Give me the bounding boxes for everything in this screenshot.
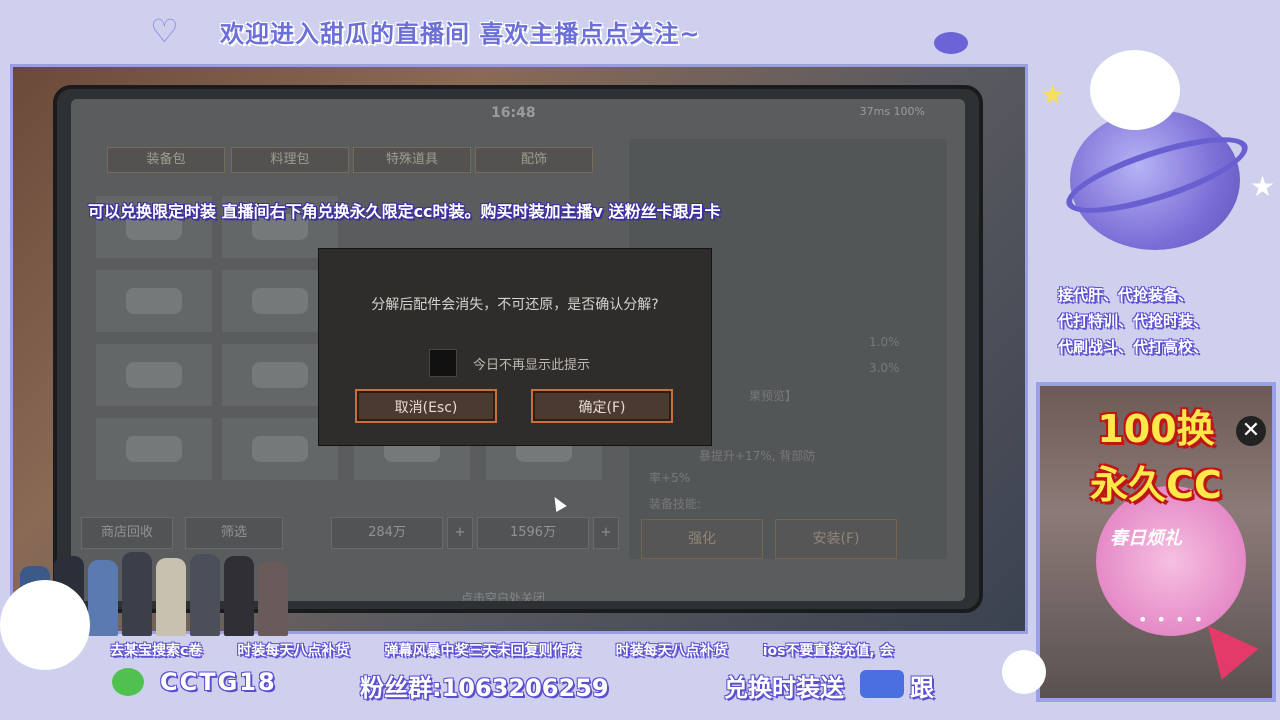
stream-notice: 可以兑换限定时装 直播间右下角兑换永久限定cc时装。购买时装加主播v 送粉丝卡跟… — [88, 202, 721, 221]
fan-group-number: 粉丝群:1063206259 — [360, 674, 609, 702]
ticker-item: 去某宝搜索c卷 — [110, 643, 203, 659]
service-line: 接代肝、代抢装备、 — [1058, 286, 1194, 304]
confirm-button[interactable]: 确定(F) — [531, 389, 673, 423]
add-currency-icon[interactable]: + — [447, 517, 473, 549]
network-status: 37ms 100% — [859, 105, 925, 118]
scrolling-ticker: 去某宝搜索c卷 时装每天八点补货 弹幕风暴中奖三天未回复则作废 时装每天八点补货… — [110, 640, 980, 660]
promo-panel[interactable]: 春日烦礼 100换 永久CC ✕ • • • • — [1036, 382, 1276, 702]
dont-show-checkbox[interactable] — [429, 349, 457, 377]
top-banner: 欢迎进入甜瓜的直播间 喜欢主播点点关注~ — [120, 8, 900, 48]
currency-coupon: 1596万 — [477, 517, 589, 549]
inventory-slot[interactable] — [95, 417, 213, 481]
stat-line: 暴提升+17%, 背部防 — [699, 449, 816, 463]
wechat-id: CCTG18 — [160, 668, 277, 696]
cancel-button[interactable]: 取消(Esc) — [355, 389, 497, 423]
loading-dots: • • • • — [1138, 610, 1206, 629]
small-planet-icon — [934, 32, 968, 54]
close-hint[interactable]: 点击空白处关闭 — [461, 589, 545, 601]
ticker-item: 时装每天八点补货 — [615, 643, 728, 659]
bunny-mascot-icon — [1090, 50, 1180, 130]
services-list: 接代肝、代抢装备、 代打特训、代抢时装、 代刷战斗、代打高校、 — [1058, 282, 1278, 360]
close-icon[interactable]: ✕ — [1236, 416, 1266, 446]
service-line: 代刷战斗、代打高校、 — [1058, 338, 1209, 356]
dialog-message: 分解后配件会消失，不可还原，是否确认分解? — [371, 297, 659, 313]
footer-bar: CCTG18 粉丝群:1063206259 兑换时装送 跟 — [70, 664, 1030, 708]
tab-cooking[interactable]: 料理包 — [231, 147, 349, 173]
follow-text: 跟 — [910, 674, 934, 702]
add-currency-icon[interactable]: + — [593, 517, 619, 549]
inventory-slot[interactable] — [95, 269, 213, 333]
tab-accessory[interactable]: 配饰 — [475, 147, 593, 173]
star-icon: ★ — [1250, 170, 1276, 203]
promo-badge: 春日烦礼 — [1110, 528, 1182, 549]
banner-text: 欢迎进入甜瓜的直播间 喜欢主播点点关注~ — [220, 20, 701, 48]
tab-special[interactable]: 特殊道具 — [353, 147, 471, 173]
exchange-text: 兑换时装送 — [724, 674, 844, 702]
ticker-item: 时装每天八点补货 — [237, 643, 350, 659]
stat-line: 1.0% — [869, 335, 900, 349]
stat-line: 率+5% — [649, 471, 691, 485]
confirm-dialog: 分解后配件会消失，不可还原，是否确认分解? 今日不再显示此提示 取消(Esc) … — [318, 248, 712, 446]
tab-equipment[interactable]: 装备包 — [107, 147, 225, 173]
enhance-button[interactable]: 强化 — [641, 519, 763, 559]
promo-subtitle: 永久CC — [1090, 463, 1222, 507]
stat-line: 果预览】 — [749, 389, 798, 403]
stat-line: 3.0% — [869, 361, 900, 375]
fan-card-badge-icon — [860, 670, 904, 698]
service-line: 代打特训、代抢时装、 — [1058, 312, 1209, 330]
ticker-item: 弹幕风暴中奖三天未回复则作废 — [384, 643, 581, 659]
filter-button[interactable]: 筛选 — [185, 517, 283, 549]
clock: 16:48 — [491, 105, 536, 121]
wechat-icon — [112, 668, 144, 696]
dont-show-label: 今日不再显示此提示 — [473, 358, 591, 373]
install-button[interactable]: 安装(F) — [775, 519, 897, 559]
shop-recycle-button[interactable]: 商店回收 — [81, 517, 173, 549]
ticker-item: ios不要直接充值, 会 — [762, 643, 894, 659]
star-icon: ★ — [1040, 78, 1066, 111]
stat-line: 装备技能: — [649, 497, 702, 511]
bunny-mascot-icon — [0, 580, 90, 670]
inventory-slot[interactable] — [95, 343, 213, 407]
currency-gold: 284万 — [331, 517, 443, 549]
